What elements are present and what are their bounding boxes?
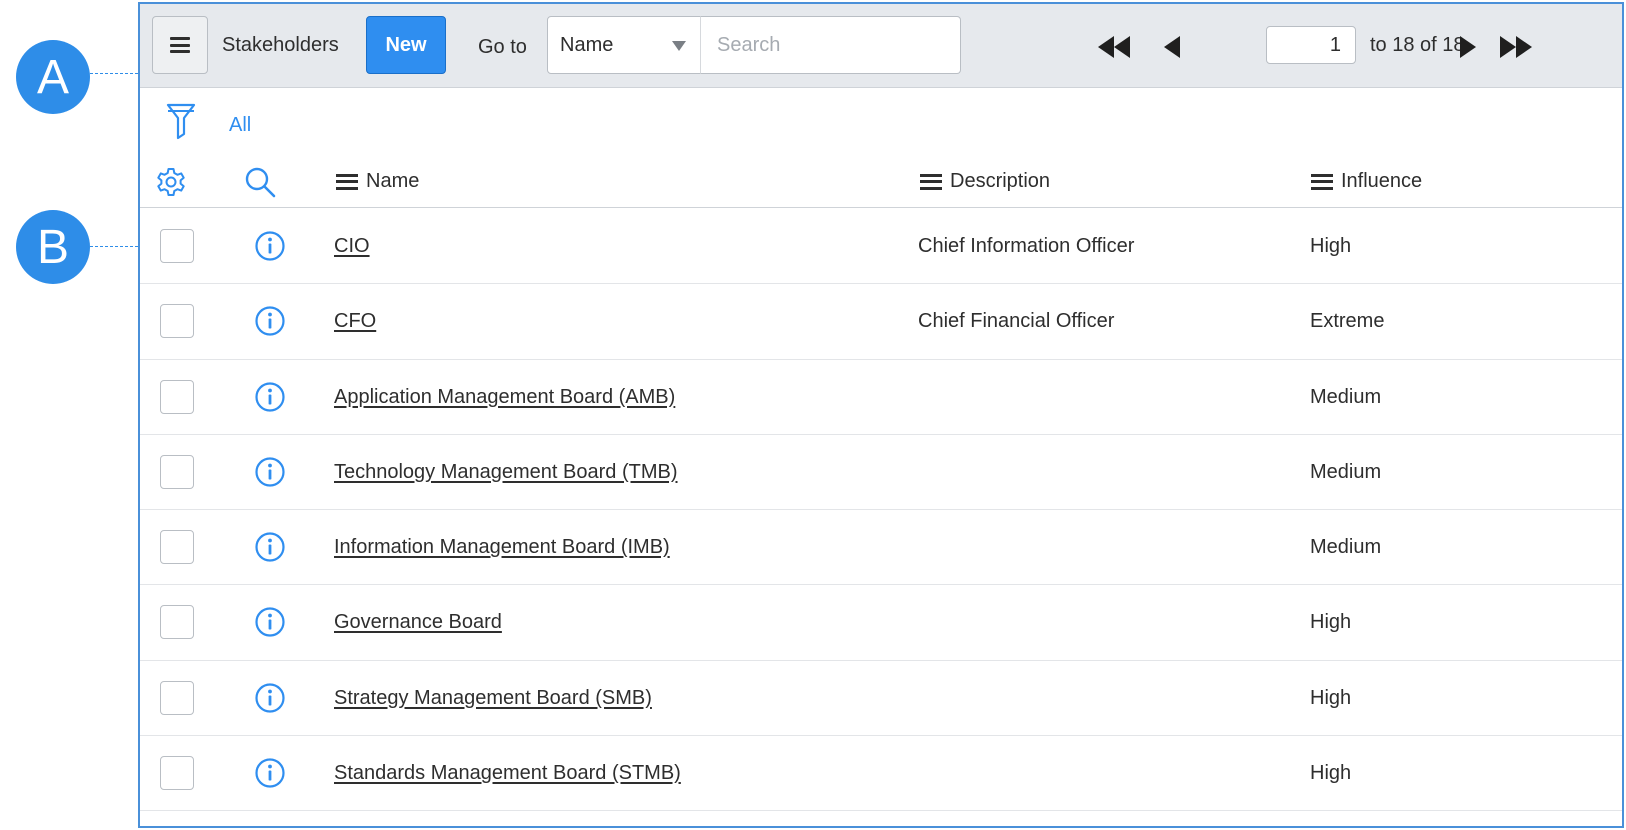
row-name-link[interactable]: Strategy Management Board (SMB) [334, 687, 652, 710]
info-icon[interactable] [254, 305, 286, 337]
row-description: Chief Information Officer [918, 235, 1135, 257]
first-page-icon[interactable] [1098, 36, 1130, 58]
next-page-icon[interactable] [1460, 36, 1476, 58]
filter-icon[interactable] [166, 102, 196, 140]
info-icon[interactable] [254, 531, 286, 563]
row-checkbox[interactable] [160, 379, 194, 414]
row-influence: High [1310, 686, 1352, 709]
prev-page-icon[interactable] [1164, 36, 1180, 58]
page-number-input[interactable] [1266, 26, 1356, 64]
goto-field-select[interactable]: Name [547, 16, 701, 74]
info-icon[interactable] [254, 381, 286, 413]
table-row: Strategy Management Board (SMB) High [140, 661, 1622, 737]
row-checkbox[interactable] [160, 304, 194, 339]
column-name-label: Name [366, 170, 420, 192]
chevron-down-icon [672, 41, 686, 51]
row-name-link[interactable]: Standards Management Board (STMB) [334, 762, 681, 785]
row-checkbox[interactable] [160, 680, 194, 715]
row-name-link[interactable]: Governance Board [334, 611, 502, 634]
column-influence[interactable]: Influence [1311, 170, 1422, 193]
table-row: Technology Management Board (TMB) Medium [140, 435, 1622, 511]
new-button[interactable]: New [366, 16, 446, 74]
info-icon[interactable] [254, 757, 286, 789]
table-row: Governance Board High [140, 585, 1622, 661]
table-body: CIO Chief Information Officer High CFO C… [140, 209, 1622, 812]
row-influence: Extreme [1310, 310, 1385, 333]
info-icon[interactable] [254, 456, 286, 488]
row-checkbox[interactable] [160, 454, 194, 489]
table-row: Application Management Board (AMB) Mediu… [140, 360, 1622, 435]
list-frame: Stakeholders New Go to Name to 18 of 18 … [138, 2, 1624, 828]
row-influence: Medium [1310, 460, 1382, 483]
menu-button[interactable] [152, 16, 208, 74]
column-name[interactable]: Name [336, 170, 419, 193]
hamburger-icon [170, 37, 190, 53]
row-influence: High [1310, 611, 1352, 634]
gear-icon[interactable] [155, 166, 187, 198]
row-name-link[interactable]: Information Management Board (IMB) [334, 536, 670, 559]
column-menu-icon[interactable] [336, 173, 358, 190]
row-checkbox[interactable] [160, 530, 194, 565]
column-menu-icon[interactable] [1311, 173, 1333, 190]
goto-field-value: Name [560, 34, 614, 56]
row-checkbox[interactable] [160, 605, 194, 640]
search-icon[interactable] [244, 166, 278, 200]
column-header-row: Name Description Influence [140, 156, 1622, 208]
table-row: CFO Chief Financial Officer Extreme [140, 284, 1622, 360]
column-description-label: Description [950, 170, 1051, 192]
row-influence: Medium [1310, 536, 1382, 559]
filter-breadcrumb-all[interactable]: All [229, 114, 251, 137]
row-influence: Medium [1310, 385, 1382, 408]
row-description: Chief Financial Officer [918, 310, 1115, 333]
list-title: Stakeholders [222, 34, 339, 56]
last-page-icon[interactable] [1500, 36, 1532, 58]
row-influence: High [1310, 762, 1352, 785]
row-influence: High [1310, 235, 1352, 257]
info-icon[interactable] [254, 230, 286, 262]
row-checkbox[interactable] [160, 229, 194, 263]
info-icon[interactable] [254, 682, 286, 714]
row-name-link[interactable]: CFO [334, 310, 376, 333]
callout-a: A [16, 40, 90, 114]
row-name-link[interactable]: Application Management Board (AMB) [334, 386, 675, 409]
column-menu-icon[interactable] [920, 173, 942, 190]
search-input[interactable] [700, 16, 961, 74]
row-name-link[interactable]: CIO [334, 235, 370, 258]
table-row: CIO Chief Information Officer High [140, 209, 1622, 285]
column-description[interactable]: Description [920, 170, 1050, 193]
info-icon[interactable] [254, 606, 286, 638]
record-range: to 18 of 18 [1370, 34, 1465, 56]
table-row: Standards Management Board (STMB) High [140, 736, 1622, 812]
row-checkbox[interactable] [160, 756, 194, 791]
callout-b: B [16, 210, 90, 284]
goto-label: Go to [478, 36, 527, 58]
table-row: Information Management Board (IMB) Mediu… [140, 510, 1622, 586]
column-influence-label: Influence [1341, 170, 1423, 192]
list-header: Stakeholders New Go to Name to 18 of 18 [140, 4, 1622, 88]
row-name-link[interactable]: Technology Management Board (TMB) [334, 461, 678, 484]
